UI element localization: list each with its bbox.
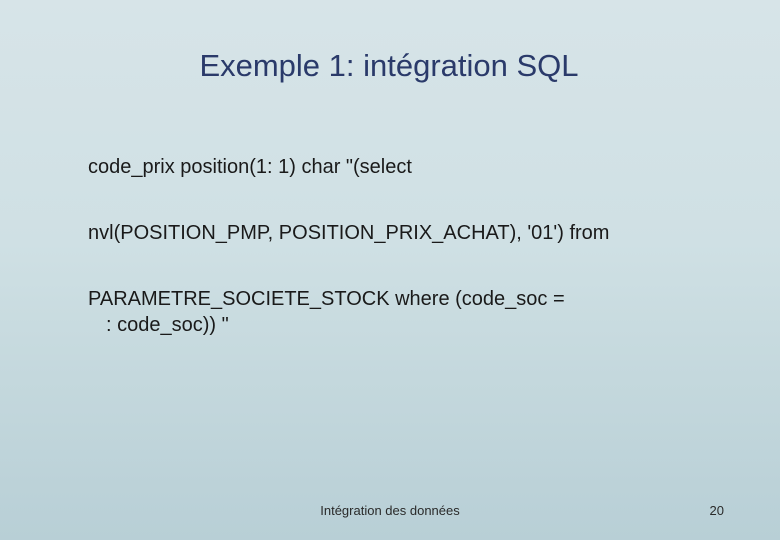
code-line-1: code_prix position(1: 1) char "(select xyxy=(88,154,700,180)
code-line-3a: PARAMETRE_SOCIETE_STOCK where (code_soc … xyxy=(88,286,700,312)
slide-title: Exemple 1: intégration SQL xyxy=(78,48,700,84)
page-number: 20 xyxy=(710,503,724,518)
slide: Exemple 1: intégration SQL code_prix pos… xyxy=(0,0,780,540)
slide-body: code_prix position(1: 1) char "(select n… xyxy=(88,154,700,338)
code-line-2: nvl(POSITION_PMP, POSITION_PRIX_ACHAT), … xyxy=(88,220,700,246)
footer-text: Intégration des données xyxy=(0,503,780,518)
code-line-3b: : code_soc)) " xyxy=(88,312,700,338)
